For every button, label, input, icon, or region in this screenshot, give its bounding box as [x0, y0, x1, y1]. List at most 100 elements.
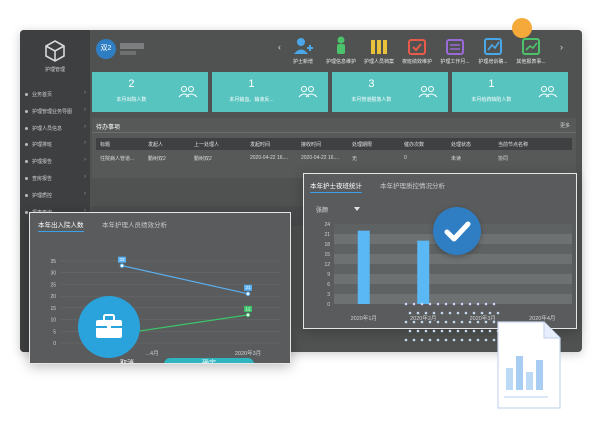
table-cell: 无 [352, 156, 358, 162]
table-cell: 2020-04-22 16.... [301, 155, 340, 161]
todo-more-link[interactable]: 更多 [560, 122, 570, 129]
briefcase-icon [96, 314, 122, 338]
stat-card[interactable]: 3 本月管道脱落人数 [332, 72, 448, 112]
stat-card[interactable]: 1 本月输血、输液反... [212, 72, 328, 112]
decor-dot [440, 329, 444, 333]
data-point[interactable] [245, 312, 251, 318]
decor-dot [416, 311, 420, 315]
table-row[interactable]: 住院病人管道... 動树双2 動树双2 2020-04-22 16.... 2020-0… [96, 152, 572, 164]
check-badge [433, 207, 481, 255]
calendar-list-icon [446, 39, 464, 55]
bar[interactable] [357, 230, 370, 304]
y-tick-label: 25 [50, 282, 56, 288]
decor-dot [424, 329, 428, 333]
table-cell: 协同 [498, 156, 509, 162]
toolbar-item[interactable]: 护理人员档案 [364, 36, 394, 65]
toolbar-next-arrow[interactable]: › [560, 42, 563, 52]
line-chart: 051015202530353321412...4月2020年3月 [50, 256, 280, 357]
stat-card[interactable]: 2 本月出院人数 [92, 72, 208, 112]
x-tick-label: ...4月 [145, 350, 158, 357]
sidebar-item[interactable]: 护理管理业务导图 › [20, 105, 90, 119]
sidebar-item[interactable]: 护理报告 › [20, 155, 90, 169]
y-tick-label: 12 [324, 262, 330, 268]
stat-label: 本月给药缺陷人数 [471, 97, 512, 103]
bullet-icon [25, 126, 28, 130]
cube-logo-icon [45, 40, 65, 62]
y-tick-label: 6 [327, 282, 330, 288]
toolbar-item[interactable]: 护理信息维护 [326, 36, 356, 65]
decor-dot [420, 302, 424, 306]
sidebar-item-label: 护理排班 [32, 142, 53, 149]
y-tick-label: 35 [50, 259, 56, 265]
toolbar-item-label: 其他报表事... [516, 59, 546, 65]
toolbar-item[interactable]: 其他报表事... [516, 36, 546, 65]
decor-dot [476, 320, 480, 324]
decor-dot [472, 329, 476, 333]
stat-card[interactable]: 1 本月给药缺陷人数 [452, 72, 568, 112]
decor-dot [452, 302, 456, 306]
y-tick-label: 15 [50, 306, 56, 312]
bullet-icon [25, 93, 28, 96]
toolbar-item[interactable]: 护理培训确... [478, 36, 508, 65]
sidebar-item[interactable]: 查房报告 › [20, 172, 90, 186]
decor-dot [472, 311, 476, 315]
notification-dot[interactable] [512, 18, 532, 38]
toolbar-item[interactable]: 夜班绩效维护 [402, 36, 432, 65]
toolbar-item[interactable]: 护士新增 [288, 36, 318, 65]
y-tick-label: 0 [53, 341, 56, 347]
sidebar-item[interactable]: 护理排班 › [20, 138, 90, 152]
decor-dot [484, 338, 488, 342]
decor-dot [408, 311, 412, 315]
sidebar-item-label: 业务首页 [32, 92, 53, 98]
decor-dot [452, 338, 456, 342]
x-tick-label: 2020年1月 [351, 314, 377, 322]
decor-dot [476, 302, 480, 306]
todo-panel: 待办事项 更多 标题 发起人 上一处理人 发起时间 接收时间 处理期限 催办次数 处理状态 当前… [92, 118, 576, 178]
toolbar-item[interactable]: 护理工作月... [440, 36, 470, 65]
bullet-icon [25, 143, 28, 147]
decor-dot [460, 338, 464, 342]
decor-dot [416, 329, 420, 333]
sidebar-item[interactable]: 护理质控 › [20, 189, 90, 203]
decor-dot [448, 311, 452, 315]
chevron-right-icon: › [84, 174, 86, 180]
column-header: 上一处理人 [194, 142, 220, 148]
toolbar-item-label: 护理人员档案 [364, 59, 394, 65]
sidebar-item[interactable]: 业务首页 › [20, 88, 90, 102]
confirm-button[interactable]: 确定 [164, 358, 254, 363]
column-header: 发起时间 [250, 142, 271, 148]
toolbar-prev-arrow[interactable]: ‹ [278, 42, 281, 52]
dropdown-caret-icon[interactable] [354, 207, 360, 211]
user-role-blurred [120, 51, 136, 55]
bullet-icon [25, 210, 28, 214]
folders-icon [371, 40, 387, 54]
trend-icon [522, 38, 540, 55]
data-point[interactable] [245, 291, 251, 297]
user-add-icon [294, 38, 313, 54]
toolbar-item-label: 夜班绩效维护 [402, 59, 432, 65]
decor-dot [432, 311, 436, 315]
decor-dot [484, 320, 488, 324]
stat-value: 2 [128, 78, 135, 90]
decor-dot [444, 302, 448, 306]
decor-dot [464, 329, 468, 333]
bar[interactable] [417, 240, 430, 304]
decor-dot [468, 302, 472, 306]
sidebar-item[interactable]: 护理人员信息 › [20, 122, 90, 136]
person-icon [337, 36, 345, 54]
toolbar-item-label: 护理培训确... [478, 59, 508, 65]
decor-dot [464, 311, 468, 315]
bullet-icon [25, 160, 28, 164]
decor-dot [432, 329, 436, 333]
cancel-button[interactable]: 取消 [82, 358, 172, 363]
avatar[interactable]: 双2 [96, 39, 116, 59]
decor-dot [480, 329, 484, 333]
y-tick-label: 3 [327, 292, 330, 298]
todo-table-header: 标题 发起人 上一处理人 发起时间 接收时间 处理期限 催办次数 处理状态 当前节点名称 [96, 138, 572, 150]
data-point[interactable] [119, 263, 125, 268]
chart-icon [484, 38, 502, 55]
data-label: 33 [119, 257, 125, 262]
decor-dot [412, 320, 416, 324]
decor-dot [436, 320, 440, 324]
data-label: 21 [245, 285, 251, 290]
